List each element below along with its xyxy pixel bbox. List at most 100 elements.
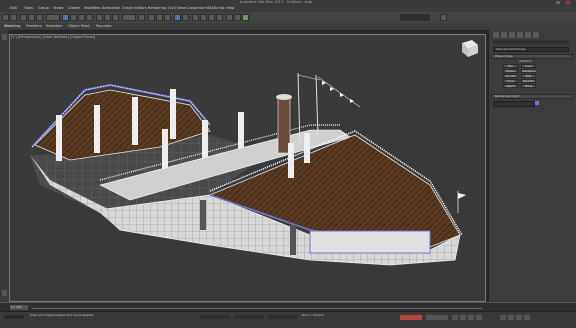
y-coordinate-field[interactable] bbox=[234, 315, 264, 319]
deck-column bbox=[56, 115, 62, 161]
primitive-type-dropdown[interactable]: Standard Primitives bbox=[493, 47, 569, 52]
maximize-viewport-icon[interactable] bbox=[524, 315, 530, 320]
object-name-field[interactable] bbox=[493, 101, 535, 107]
bind-icon[interactable] bbox=[36, 14, 43, 21]
play-icon[interactable] bbox=[468, 315, 474, 320]
menu-edit[interactable]: Edit bbox=[10, 6, 17, 11]
unlink-icon[interactable] bbox=[28, 14, 35, 21]
menu-group[interactable]: Group bbox=[38, 6, 49, 11]
ribbon-tab-object-paint[interactable]: Object Paint bbox=[68, 24, 90, 29]
minimize-icon[interactable] bbox=[556, 1, 560, 4]
auto-key-button[interactable] bbox=[400, 315, 422, 320]
ribbon-tab-selection[interactable]: Selection bbox=[46, 24, 63, 29]
display-tab-icon[interactable] bbox=[525, 32, 531, 38]
pan-icon[interactable] bbox=[508, 315, 514, 320]
torus-button[interactable]: Torus bbox=[503, 79, 518, 83]
viewport-label[interactable]: [+] [Perspective] [User Defined] [Edged … bbox=[11, 35, 95, 40]
menu-modifiers[interactable]: Modifiers bbox=[84, 6, 100, 11]
render-icon[interactable] bbox=[242, 14, 249, 21]
snaps-toggle-icon[interactable] bbox=[148, 14, 155, 21]
align-icon[interactable] bbox=[182, 14, 189, 21]
ship-wireframe-model bbox=[30, 40, 478, 266]
go-to-start-icon[interactable] bbox=[452, 315, 458, 320]
window-crossing-icon[interactable] bbox=[86, 14, 93, 21]
hierarchy-tab-icon[interactable] bbox=[509, 32, 515, 38]
category-icons-row[interactable] bbox=[493, 40, 569, 44]
door bbox=[290, 225, 296, 255]
menu-maxscript[interactable]: MAXScript bbox=[206, 6, 224, 11]
link-icon[interactable] bbox=[20, 14, 27, 21]
material-editor-icon[interactable] bbox=[216, 14, 223, 21]
motion-tab-icon[interactable] bbox=[517, 32, 523, 38]
viewport-layout-icon[interactable] bbox=[2, 34, 7, 40]
close-icon[interactable] bbox=[566, 1, 570, 4]
scale-icon[interactable] bbox=[112, 14, 119, 21]
menu-graph-editors[interactable]: Graph Editors bbox=[122, 6, 147, 11]
previous-frame-icon[interactable] bbox=[460, 315, 466, 320]
ribbon-tab-freeform[interactable]: Freeform bbox=[26, 24, 42, 29]
select-object-icon[interactable] bbox=[62, 14, 69, 21]
pyramid-button[interactable]: Pyramid bbox=[521, 79, 536, 83]
modify-tab-icon[interactable] bbox=[501, 32, 507, 38]
search-field[interactable] bbox=[400, 14, 430, 21]
autogrid-label[interactable]: AutoGrid bbox=[519, 60, 531, 63]
angle-snap-icon[interactable] bbox=[156, 14, 163, 21]
flag bbox=[330, 87, 334, 91]
rotate-icon[interactable] bbox=[104, 14, 111, 21]
geosphere-button[interactable]: GeoSphere bbox=[521, 69, 536, 73]
reference-coordinate-dropdown[interactable] bbox=[122, 14, 136, 21]
deck-column bbox=[170, 89, 176, 139]
next-frame-icon[interactable] bbox=[476, 315, 482, 320]
undo-icon[interactable] bbox=[2, 14, 9, 21]
menu-tools[interactable]: Tools bbox=[24, 6, 33, 11]
curve-editor-icon[interactable] bbox=[200, 14, 207, 21]
status-bar: Click and drag to select and move object… bbox=[0, 311, 576, 328]
menu-rendering[interactable]: Rendering bbox=[148, 6, 166, 11]
sphere-button[interactable]: Sphere bbox=[503, 69, 518, 73]
cone-button[interactable]: Cone bbox=[521, 64, 536, 68]
maxscript-listener[interactable] bbox=[4, 315, 24, 319]
rendered-frame-icon[interactable] bbox=[234, 14, 241, 21]
bow-cabin bbox=[309, 230, 431, 254]
mirror-icon[interactable] bbox=[174, 14, 181, 21]
ribbon-tab-populate[interactable]: Populate bbox=[96, 24, 112, 29]
z-coordinate-field[interactable] bbox=[268, 315, 298, 319]
menu-views[interactable]: Views bbox=[53, 6, 63, 11]
menu-customize[interactable]: Customize bbox=[186, 6, 205, 11]
pivot-icon[interactable] bbox=[138, 14, 145, 21]
menu-civil-view[interactable]: Civil View bbox=[168, 6, 185, 11]
schematic-view-icon[interactable] bbox=[208, 14, 215, 21]
layout-toggle-icon[interactable] bbox=[2, 290, 7, 296]
set-key-button[interactable] bbox=[426, 315, 448, 320]
tube-button[interactable]: Tube bbox=[521, 74, 536, 78]
box-button[interactable]: Box bbox=[503, 64, 518, 68]
object-color-swatch[interactable] bbox=[535, 101, 539, 105]
plane-button[interactable]: Plane bbox=[521, 84, 536, 88]
selection-filter-dropdown[interactable] bbox=[46, 14, 60, 21]
menu-animation[interactable]: Animation bbox=[102, 6, 120, 11]
region-select-icon[interactable] bbox=[78, 14, 85, 21]
name-color-rollout[interactable]: Name and Color bbox=[491, 94, 573, 99]
teapot-button[interactable]: Teapot bbox=[503, 84, 518, 88]
zoom-icon[interactable] bbox=[500, 315, 506, 320]
create-tab-icon[interactable] bbox=[493, 32, 499, 38]
select-by-name-icon[interactable] bbox=[70, 14, 77, 21]
status-prompt: Click and drag to select and move object… bbox=[30, 313, 94, 317]
cylinder-button[interactable]: Cylinder bbox=[503, 74, 518, 78]
redo-icon[interactable] bbox=[10, 14, 17, 21]
move-icon[interactable] bbox=[96, 14, 103, 21]
ribbon-tab-modeling[interactable]: Modeling bbox=[4, 24, 20, 29]
percent-snap-icon[interactable] bbox=[164, 14, 171, 21]
menu-help[interactable]: Help bbox=[226, 6, 234, 11]
orbit-icon[interactable] bbox=[516, 315, 522, 320]
menu-create[interactable]: Create bbox=[68, 6, 80, 11]
layer-manager-icon[interactable] bbox=[192, 14, 199, 21]
perspective-viewport[interactable] bbox=[9, 34, 486, 302]
render-setup-icon[interactable] bbox=[226, 14, 233, 21]
help-icon[interactable] bbox=[440, 14, 447, 21]
utilities-tab-icon[interactable] bbox=[533, 32, 539, 38]
x-coordinate-field[interactable] bbox=[200, 315, 230, 319]
object-type-rollout[interactable]: Object Type bbox=[491, 54, 573, 59]
time-slider[interactable]: 0 / 100 bbox=[10, 305, 28, 310]
grid-size: Grid = 10.0cm bbox=[302, 313, 324, 317]
